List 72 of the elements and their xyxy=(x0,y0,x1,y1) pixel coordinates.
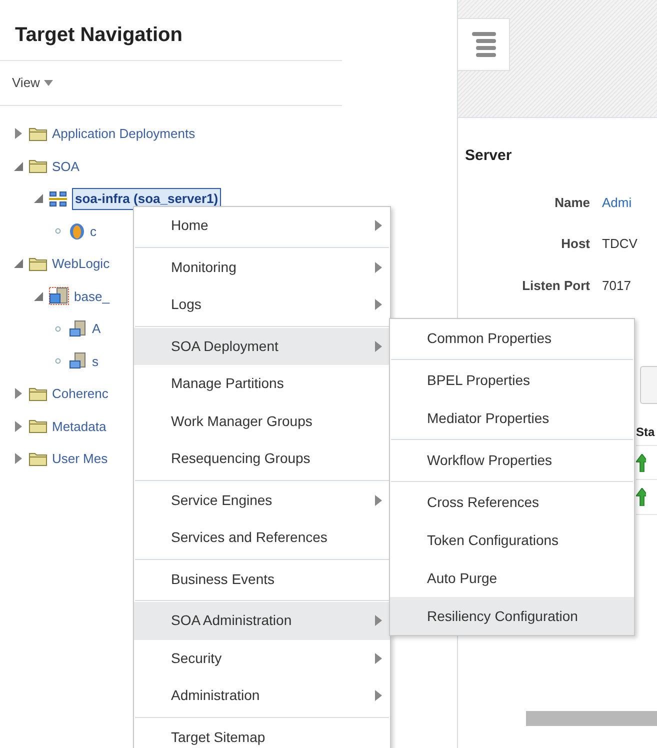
menu-item[interactable]: Common Properties xyxy=(390,319,634,357)
value-link[interactable]: Admi xyxy=(602,192,632,212)
section-title: Server xyxy=(465,146,512,166)
up-arrow-icon xyxy=(636,454,646,472)
menu-item[interactable]: Resiliency Configuration xyxy=(390,597,634,635)
submenu-arrow-icon xyxy=(375,690,382,702)
cylinder-icon xyxy=(69,222,85,240)
menu-item[interactable]: BPEL Properties xyxy=(390,361,634,399)
handle-icon xyxy=(470,30,496,60)
collapse-icon[interactable] xyxy=(34,292,42,301)
expand-icon[interactable] xyxy=(14,388,22,400)
menu-item[interactable]: Security xyxy=(134,640,390,677)
folder-icon xyxy=(29,386,47,401)
menu-item[interactable]: Administration xyxy=(134,677,390,714)
menu-item[interactable]: SOA Administration xyxy=(134,602,390,640)
tree-item[interactable]: WebLogic xyxy=(52,254,110,274)
menu-item[interactable]: Mediator Properties xyxy=(390,399,634,437)
collapse-icon[interactable] xyxy=(34,194,42,204)
tree-item[interactable]: c xyxy=(90,222,96,241)
field-value: TDCV xyxy=(602,235,638,253)
menu-item[interactable]: Home xyxy=(134,207,390,244)
server-icon xyxy=(69,320,87,338)
tree-item[interactable]: Coherenc xyxy=(52,384,108,404)
tree-item[interactable]: User Mes xyxy=(52,449,108,468)
column-header: Sta xyxy=(636,424,655,441)
collapse-icon[interactable] xyxy=(14,259,22,268)
tree-item[interactable]: s xyxy=(92,352,98,371)
tree-item[interactable]: base_ xyxy=(74,286,110,306)
folder-icon xyxy=(29,452,47,466)
collapse-icon[interactable] xyxy=(14,162,22,171)
server-icon xyxy=(69,352,87,370)
field-label: Host xyxy=(560,235,590,253)
submenu-arrow-icon xyxy=(375,494,382,506)
tree-item[interactable]: A xyxy=(92,319,101,338)
menu-item[interactable]: Monitoring xyxy=(134,248,390,286)
submenu-arrow-icon xyxy=(375,262,382,273)
folder-icon xyxy=(29,126,47,141)
menu-item[interactable]: SOA Deployment xyxy=(134,328,390,365)
menu-item[interactable]: Target Sitemap xyxy=(134,718,390,748)
submenu-arrow-icon xyxy=(375,652,382,664)
menu-item[interactable]: Logs xyxy=(134,286,390,324)
tree-item[interactable]: SOA xyxy=(52,156,80,176)
submenu-arrow-icon xyxy=(375,340,382,352)
menu-item[interactable]: Token Configurations xyxy=(390,521,634,559)
bullet-icon xyxy=(55,358,61,364)
bullet-icon xyxy=(55,228,61,234)
expand-icon[interactable] xyxy=(14,453,22,464)
folder-icon xyxy=(29,159,47,174)
menu-item[interactable]: Auto Purge xyxy=(390,559,634,597)
server-icon xyxy=(49,287,69,306)
field-value: 7017 xyxy=(602,276,631,294)
menu-item[interactable]: Workflow Properties xyxy=(390,441,634,479)
collapse-button[interactable] xyxy=(458,18,510,71)
submenu-arrow-icon xyxy=(375,299,382,310)
folder-icon xyxy=(29,256,47,271)
scrollbar[interactable] xyxy=(526,711,657,726)
bullet-icon xyxy=(55,326,61,332)
tree-item[interactable]: Application Deployments xyxy=(52,124,196,144)
caret-icon xyxy=(44,80,53,86)
field-label: Listen Port xyxy=(521,276,590,294)
submenu-arrow-icon xyxy=(375,615,382,626)
expand-icon[interactable] xyxy=(14,128,22,140)
field-label: Name xyxy=(554,194,590,212)
folder-icon xyxy=(29,419,47,434)
panel-title: Target Navigation xyxy=(15,23,182,48)
tree-item[interactable]: Metadata xyxy=(52,416,106,436)
expand-icon[interactable] xyxy=(14,420,22,432)
up-arrow-icon xyxy=(636,488,646,506)
network-icon xyxy=(49,190,67,207)
view-menu[interactable]: View xyxy=(12,73,53,92)
submenu-arrow-icon xyxy=(375,220,382,232)
menu-item[interactable]: Cross References xyxy=(390,483,634,521)
